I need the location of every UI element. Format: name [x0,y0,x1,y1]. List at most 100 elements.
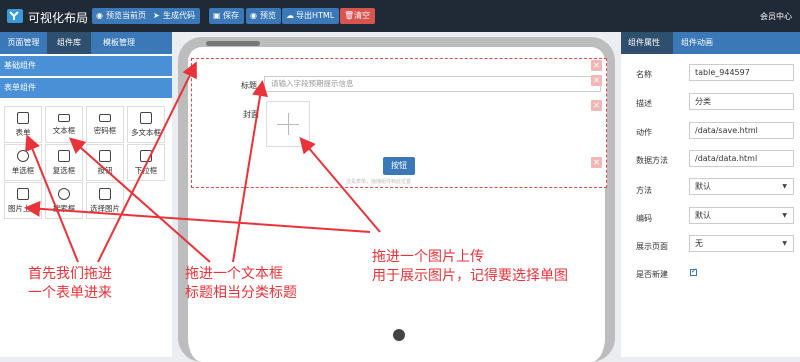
is-new-checkbox[interactable] [690,267,697,276]
form-icon [17,112,29,124]
top-bar: 可视化布局 ◉ 预览当前页 ➤ 生成代码 ▣ 保存 ◉ 预览 ☁ 导出HTML 🗑 清空 会… [0,0,800,32]
section-basic-components[interactable]: 基础组件 [0,56,172,76]
cloud-download-icon: ☁ [286,11,294,20]
submit-button[interactable]: 按钮 [383,157,415,175]
clear-button[interactable]: 🗑 清空 [340,8,375,24]
prop-label-is-new: 是否新建 [636,270,668,279]
component-search[interactable]: 搜索框 [45,182,83,219]
export-html-button[interactable]: ☁ 导出HTML [282,8,340,24]
component-password[interactable]: 密码框 [86,106,124,143]
component-label: 多文本框 [131,128,161,137]
radio-icon [17,150,29,162]
prop-label-name: 名称 [636,70,652,79]
select-value: 默认 [695,182,711,191]
component-select[interactable]: 下拉框 [127,144,165,181]
save-icon: ▣ [213,11,221,20]
tab-component-animation[interactable]: 组件动画 [681,32,741,54]
component-checkbox[interactable]: 复选框 [45,144,83,181]
select-icon [140,150,152,162]
prop-label-desc: 描述 [636,99,652,108]
tab-component-props[interactable]: 组件属性 [621,32,673,54]
component-textarea[interactable]: 多文本框 [127,106,165,143]
plus-icon-stroke [288,113,289,135]
preview-page-label: 预览当前页 [106,11,146,20]
component-form[interactable]: 表单 [4,106,42,143]
annotation-3: 拖进一个图片上传 用于展示图片，记得要选择单图 [372,248,568,286]
checkbox-icon [58,150,70,162]
prop-label-display-page: 展示页面 [636,242,668,251]
component-label: 搜索框 [52,204,76,213]
logo-icon [7,9,23,23]
remove-cover-field-icon[interactable]: ✕ [591,100,602,111]
gallery-icon [99,188,111,200]
annotation-1-line-2: 一个表单进来 [28,285,112,301]
prop-label-action: 动作 [636,128,652,137]
preview-label: 预览 [260,11,276,20]
preview-page-button[interactable]: ◉ 预览当前页 [92,8,151,24]
component-label: 选择图片 [90,204,120,213]
user-center-link[interactable]: 会员中心 [760,11,792,22]
send-icon: ➤ [153,11,160,20]
component-text-input[interactable]: 文本框 [45,106,83,143]
title-label: 标题 [241,81,257,90]
trash-icon: 🗑 [344,11,355,20]
tab-component-library[interactable]: 组件库 [47,32,91,54]
annotation-2: 拖进一个文本框 标题相当分类标题 [185,265,297,303]
annotation-3-line-2: 用于展示图片，记得要选择单图 [372,268,568,284]
textarea-icon [140,112,152,124]
prop-input-action[interactable]: /data/save.html [689,122,794,139]
annotation-2-line-2: 标题相当分类标题 [185,285,297,301]
component-label: 表单 [15,128,31,137]
prop-label-data-method: 数据方法 [636,156,668,165]
save-label: 保存 [223,11,239,20]
remove-title-field-icon[interactable]: ✕ [591,75,602,86]
prop-select-encoding[interactable]: 默认 ▼ [689,207,794,224]
remove-button-icon[interactable]: ✕ [591,157,602,168]
component-label: 图片上传 [8,204,38,213]
title-input[interactable]: 请输入字段预期提示信息 [264,76,601,92]
component-label: 文本框 [52,126,76,135]
prop-input-data-method[interactable]: /data/data.html [689,150,794,167]
prop-label-method: 方法 [636,186,652,195]
annotation-2-line-1: 拖进一个文本框 [185,266,283,282]
select-value: 无 [695,239,703,248]
component-label: 复选框 [52,166,76,175]
right-panel: 组件属性 组件动画 名称 table_944597 描述 分类 动作 /data… [621,32,800,357]
text-input-icon [58,114,70,122]
image-icon [17,188,29,200]
prop-select-display-page[interactable]: 无 ▼ [689,235,794,252]
left-panel: 页面管理 组件库 模板管理 基础组件 表单组件 表单 文本框 密码框 多文本框 … [0,32,172,357]
cover-label: 封面 [243,110,259,119]
prop-input-desc[interactable]: 分类 [689,93,794,110]
clear-label: 清空 [354,11,370,20]
right-tabs: 组件属性 组件动画 [621,32,800,54]
preview-button[interactable]: ◉ 预览 [246,8,281,24]
prop-input-name[interactable]: table_944597 [689,64,794,81]
generate-code-label: 生成代码 [163,11,195,20]
component-select-image[interactable]: 选择图片 [86,182,124,219]
annotation-1: 首先我们拖进 一个表单进来 [28,265,112,303]
image-upload-box[interactable] [266,101,310,147]
prop-select-method[interactable]: 默认 ▼ [689,178,794,195]
search-icon [58,188,70,200]
tab-template-manage[interactable]: 模板管理 [91,32,147,54]
select-value: 默认 [695,211,711,220]
component-label: 密码框 [93,126,117,135]
component-button[interactable]: 按钮 [86,144,124,181]
generate-code-button[interactable]: ➤ 生成代码 [149,8,200,24]
export-html-label: 导出HTML [296,11,335,20]
left-tabs: 页面管理 组件库 模板管理 [0,32,172,54]
caret-down-icon: ▼ [782,212,787,219]
section-form-components[interactable]: 表单组件 [0,78,172,98]
caret-down-icon: ▼ [782,240,787,247]
remove-form-icon[interactable]: ✕ [591,60,602,71]
phone-home-button [393,329,405,341]
prop-label-encoding: 编码 [636,214,652,223]
save-button[interactable]: ▣ 保存 [209,8,244,24]
button-icon [99,150,111,162]
tab-page-manage[interactable]: 页面管理 [0,32,47,54]
annotation-3-line-1: 拖进一个图片上传 [372,249,484,265]
component-radio[interactable]: 单选框 [4,144,42,181]
caret-down-icon: ▼ [782,183,787,190]
component-image-upload[interactable]: 图片上传 [4,182,42,219]
